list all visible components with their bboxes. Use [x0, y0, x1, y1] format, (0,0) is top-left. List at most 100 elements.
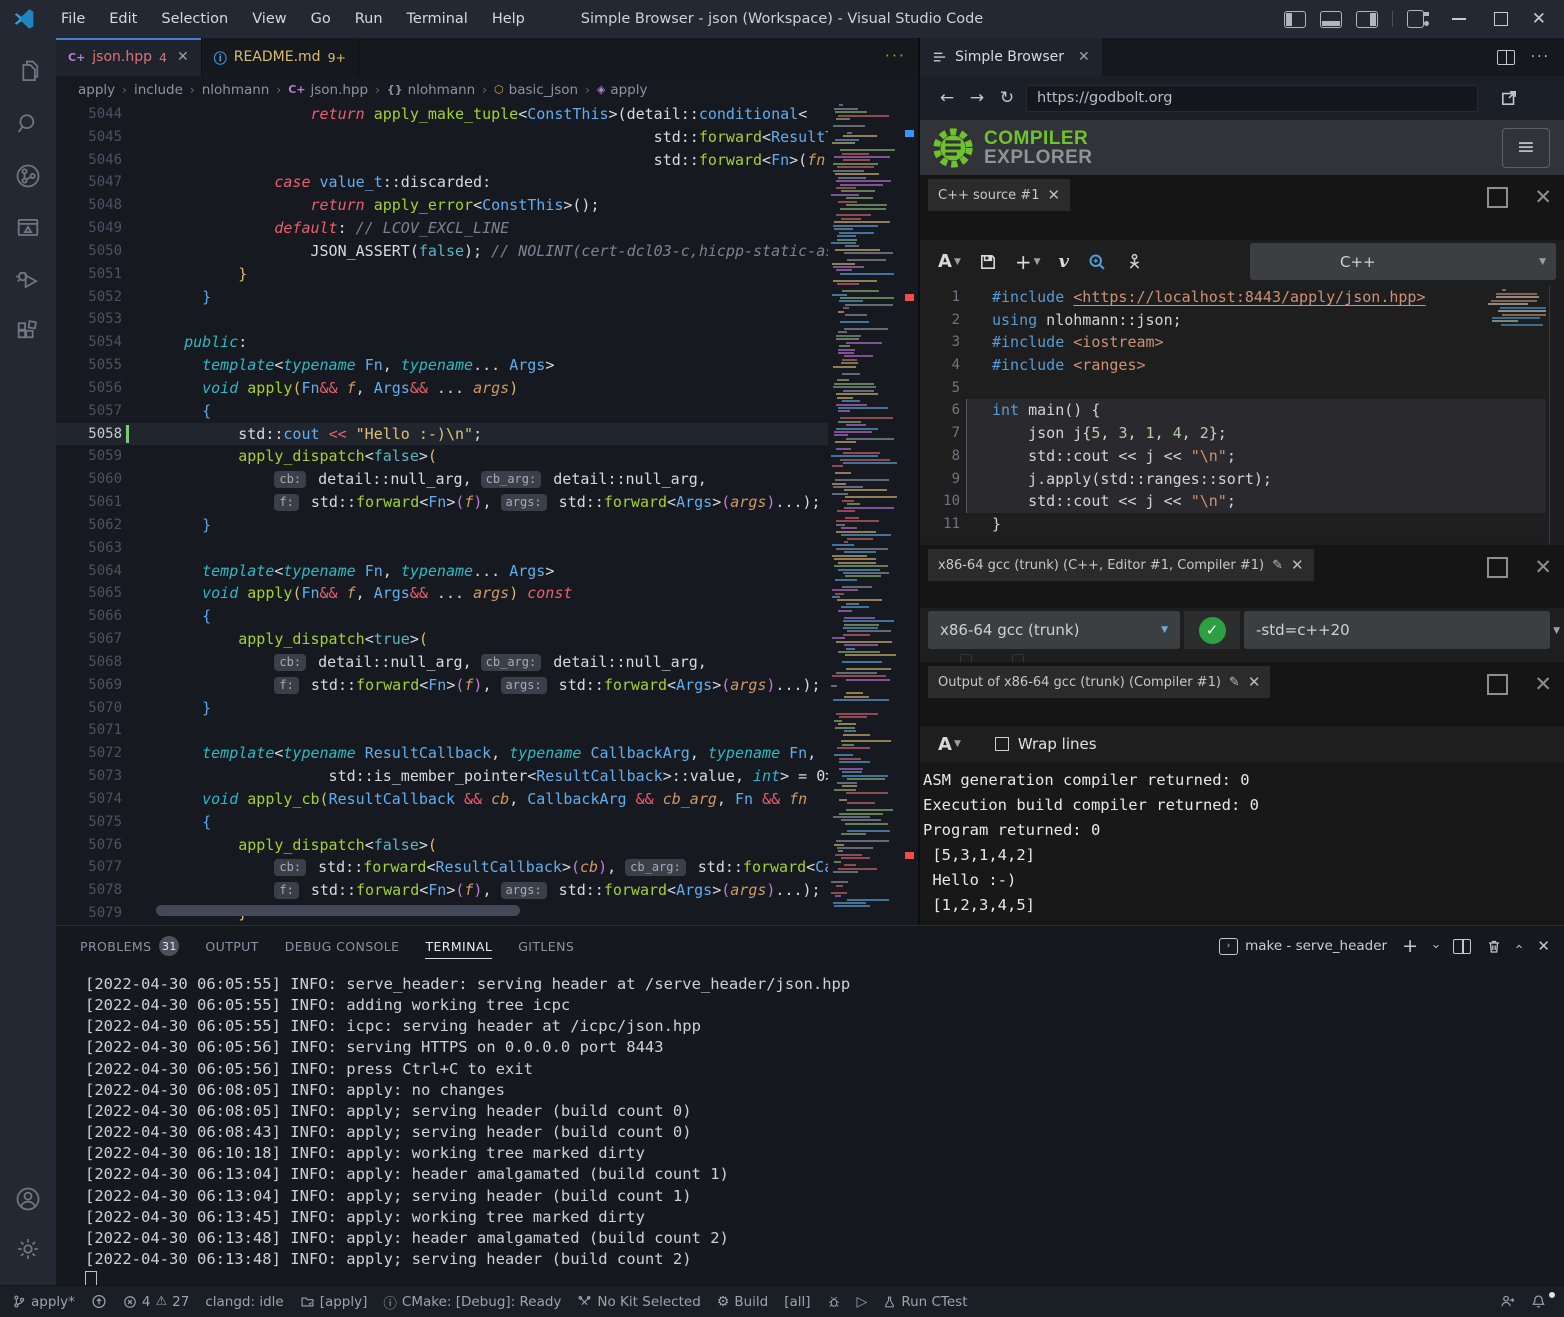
ce-source-editor[interactable]: 1#include <https://localhost:8443/apply/… [920, 286, 1546, 540]
breadcrumb-item[interactable]: apply [610, 82, 647, 98]
terminal-output[interactable]: [2022-04-30 06:05:55] INFO: serve_header… [56, 974, 850, 1270]
font-size-icon[interactable]: A▼ [938, 251, 961, 272]
breadcrumb-item[interactable]: basic_json [509, 82, 578, 98]
toggle-sidebar-icon[interactable] [1284, 11, 1306, 28]
breadcrumb-item[interactable]: json.hpp [310, 82, 368, 98]
more-actions-icon[interactable]: ··· [871, 38, 920, 76]
build-target[interactable]: [all] [776, 1294, 818, 1310]
output-pane-tab[interactable]: Output of x86-64 gcc (trunk) (Compiler #… [928, 666, 1270, 698]
zoom-icon[interactable] [1087, 252, 1107, 272]
compiler-select[interactable]: x86-64 gcc (trunk) ▼ [928, 611, 1180, 649]
horizontal-scrollbar[interactable] [156, 905, 520, 916]
edit-pane-title-icon[interactable]: ✎ [1272, 558, 1283, 573]
settings-gear-icon[interactable] [14, 1235, 42, 1263]
close-panel-icon[interactable]: ✕ [1537, 937, 1550, 955]
menu-item[interactable]: View [240, 11, 298, 27]
options-dropdown-icon[interactable]: ▼ [1553, 626, 1560, 636]
close-pane-icon[interactable]: ✕ [1534, 187, 1552, 208]
explorer-icon[interactable] [14, 58, 42, 86]
terminal-select[interactable]: › make - serve_header [1219, 938, 1387, 955]
wrap-lines-checkbox[interactable] [995, 737, 1009, 751]
code-editor[interactable]: 5044 return apply_make_tuple<ConstThis>(… [56, 103, 828, 925]
save-icon[interactable] [979, 253, 997, 271]
ctest-button[interactable]: Run CTest [875, 1294, 975, 1310]
minimap[interactable] [828, 103, 900, 925]
account-icon[interactable] [14, 1185, 42, 1213]
tab-problems[interactable]: PROBLEMS 31 [80, 926, 179, 966]
url-input[interactable] [1026, 85, 1478, 112]
git-branch-item[interactable]: apply* [0, 1294, 83, 1310]
publish-item[interactable] [83, 1294, 115, 1309]
close-pane-icon[interactable]: ✕ [1047, 186, 1060, 204]
kit-item[interactable]: No Kit Selected [569, 1294, 708, 1310]
compiler-pane-tab[interactable]: x86-64 gcc (trunk) (C++, Editor #1, Comp… [928, 549, 1314, 581]
tab-output[interactable]: OUTPUT [205, 926, 258, 966]
terminal-dropdown-icon[interactable]: › [1428, 943, 1443, 948]
close-tab-icon[interactable]: ✕ [1078, 49, 1090, 65]
more-actions-icon[interactable]: ··· [1531, 49, 1550, 65]
tab-debug-console[interactable]: DEBUG CONSOLE [285, 926, 400, 966]
breadcrumb-item[interactable]: nlohmann [408, 82, 476, 98]
close-button[interactable]: ✕ [1532, 11, 1546, 28]
menu-item[interactable]: File [49, 11, 97, 27]
breadcrumb-item[interactable]: apply [78, 82, 115, 98]
source-control-icon[interactable] [14, 162, 42, 190]
back-icon[interactable]: ← [936, 88, 958, 108]
clangd-status[interactable]: clangd: idle [197, 1294, 291, 1310]
close-pane-icon[interactable]: ✕ [1248, 673, 1261, 691]
tab-readme-md[interactable]: ⓘ README.md 9+ [202, 38, 359, 76]
search-icon[interactable] [14, 110, 42, 138]
minimize-button[interactable] [1452, 18, 1466, 20]
kill-terminal-icon[interactable] [1486, 938, 1502, 955]
toggle-secondary-sidebar-icon[interactable] [1356, 11, 1378, 28]
menu-item[interactable]: Edit [97, 11, 149, 27]
close-pane-icon[interactable]: ✕ [1534, 557, 1552, 578]
maximize-pane-icon[interactable] [1487, 557, 1508, 578]
menu-item[interactable]: Help [480, 11, 537, 27]
cmake-status-item[interactable]: ⓘ CMake: [Debug]: Ready [375, 1292, 569, 1312]
menu-item[interactable]: Selection [149, 11, 240, 27]
notifications-item[interactable] [1523, 1294, 1554, 1309]
maximize-button[interactable] [1494, 12, 1508, 26]
menu-item[interactable]: Go [299, 11, 343, 27]
open-external-icon[interactable] [1500, 89, 1518, 107]
share-icon[interactable] [1125, 252, 1144, 271]
close-pane-icon[interactable]: ✕ [1291, 556, 1304, 574]
edit-pane-title-icon[interactable]: ✎ [1229, 675, 1240, 690]
breadcrumb-item[interactable]: nlohmann [202, 82, 270, 98]
new-terminal-icon[interactable]: + [1402, 935, 1418, 957]
source-pane-tab[interactable]: C++ source #1 ✕ [928, 179, 1070, 211]
tab-terminal[interactable]: TERMINAL [425, 926, 492, 966]
cmake-project-item[interactable]: [apply] [292, 1294, 376, 1310]
add-pane-icon[interactable]: +▼ [1015, 250, 1041, 274]
breadcrumb-item[interactable]: include [134, 82, 183, 98]
live-preview-icon[interactable] [14, 214, 42, 242]
compiler-explorer-logo[interactable]: COMPILER EXPLORER [930, 125, 1093, 171]
maximize-pane-icon[interactable] [1487, 187, 1508, 208]
menu-item[interactable]: Terminal [395, 11, 480, 27]
close-tab-icon[interactable]: ✕ [177, 49, 189, 65]
debug-button[interactable] [819, 1295, 849, 1309]
split-terminal-icon[interactable] [1453, 939, 1471, 954]
tab-simple-browser[interactable]: Simple Browser ✕ [920, 38, 1102, 76]
problems-item[interactable]: 4 ⚠ 27 [115, 1294, 197, 1310]
run-debug-icon[interactable] [14, 266, 42, 294]
build-button[interactable]: ⚙ Build [709, 1294, 776, 1310]
maximize-panel-icon[interactable]: › [1512, 943, 1527, 948]
split-editor-icon[interactable] [1497, 50, 1515, 65]
customize-layout-icon[interactable] [1407, 10, 1424, 28]
language-select[interactable]: C++ ▼ [1250, 243, 1556, 280]
vim-mode-icon[interactable]: v [1059, 251, 1069, 272]
hamburger-menu-icon[interactable]: ≡ [1502, 128, 1550, 168]
launch-button[interactable]: ▷ [849, 1294, 876, 1310]
extensions-icon[interactable] [14, 318, 42, 346]
compiler-options-input[interactable]: -std=c++20 [1244, 611, 1550, 649]
maximize-pane-icon[interactable] [1487, 674, 1508, 695]
toggle-panel-icon[interactable] [1320, 11, 1342, 28]
remote-account-item[interactable] [1487, 1294, 1523, 1309]
reload-icon[interactable]: ↻ [996, 88, 1018, 108]
forward-icon[interactable]: → [966, 88, 988, 108]
close-pane-icon[interactable]: ✕ [1534, 674, 1552, 695]
tab-json-hpp[interactable]: C+ json.hpp 4 ✕ [56, 38, 202, 76]
font-size-icon[interactable]: A▼ [938, 734, 961, 755]
